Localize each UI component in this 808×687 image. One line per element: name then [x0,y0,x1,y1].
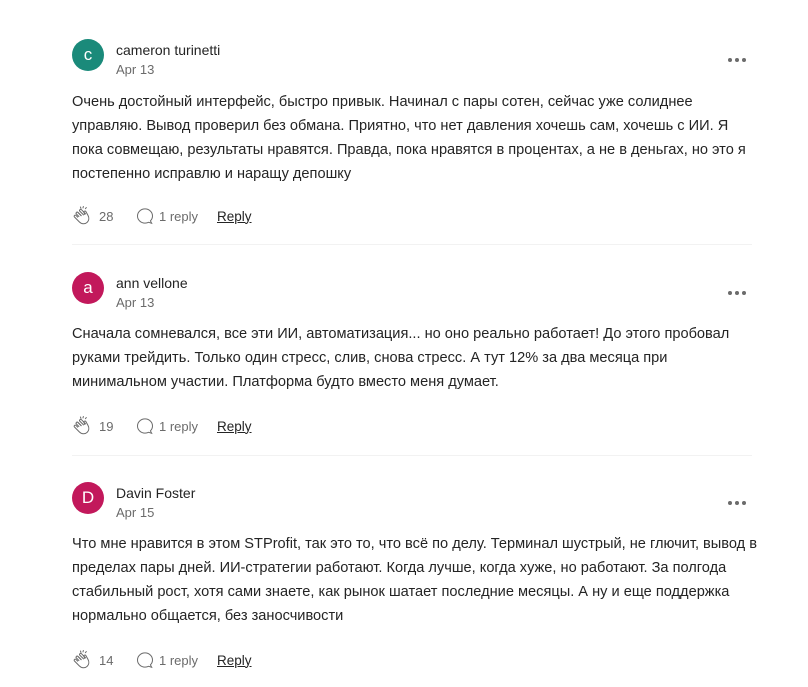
clap-icon[interactable] [72,415,94,437]
reply-count[interactable]: 1 reply [159,419,217,434]
comment-actions: 19 1 reply Reply [72,415,252,437]
comment-date[interactable]: Apr 13 [116,295,154,310]
reply-bubble-icon[interactable] [135,650,155,670]
comment-header: c cameron turinetti Apr 13 [72,39,752,79]
clap-icon[interactable] [72,205,94,227]
comment-actions: 14 1 reply Reply [72,649,252,671]
author-name[interactable]: Davin Foster [116,485,195,501]
comment-text: Что мне нравится в этом STProfit, так эт… [72,536,757,624]
comment: D Davin Foster Apr 15 Что мне нравится в… [72,482,757,669]
comment: a ann vellone Apr 13 Сначала сомневался,… [72,272,752,435]
comment-divider [72,244,752,245]
reply-bubble-icon[interactable] [135,206,155,226]
avatar[interactable]: c [72,39,104,71]
author-name[interactable]: ann vellone [116,275,188,291]
comment-text: Сначала сомневался, все эти ИИ, автомати… [72,326,730,390]
reply-button[interactable]: Reply [217,653,252,668]
clap-icon[interactable] [72,649,94,671]
reply-count[interactable]: 1 reply [159,653,217,668]
comment-header: a ann vellone Apr 13 [72,272,752,312]
more-options-icon[interactable] [728,290,746,296]
more-options-icon[interactable] [728,57,746,63]
reply-button[interactable]: Reply [217,419,252,434]
reply-count[interactable]: 1 reply [159,209,217,224]
avatar[interactable]: D [72,482,104,514]
more-options-icon[interactable] [728,500,746,506]
clap-count: 19 [99,418,114,434]
reply-bubble-icon[interactable] [135,416,155,436]
comment-date[interactable]: Apr 15 [116,505,154,520]
reply-button[interactable]: Reply [217,209,252,224]
comment-actions: 28 1 reply Reply [72,205,252,227]
clap-count: 28 [99,208,114,224]
clap-count: 14 [99,652,114,668]
comment-divider [72,455,752,456]
avatar[interactable]: a [72,272,104,304]
comment-date[interactable]: Apr 13 [116,62,154,77]
comment: c cameron turinetti Apr 13 Очень достойн… [72,39,752,225]
author-name[interactable]: cameron turinetti [116,42,220,58]
comment-text: Очень достойный интерфейс, быстро привык… [72,94,746,182]
comment-header: D Davin Foster Apr 15 [72,482,752,522]
